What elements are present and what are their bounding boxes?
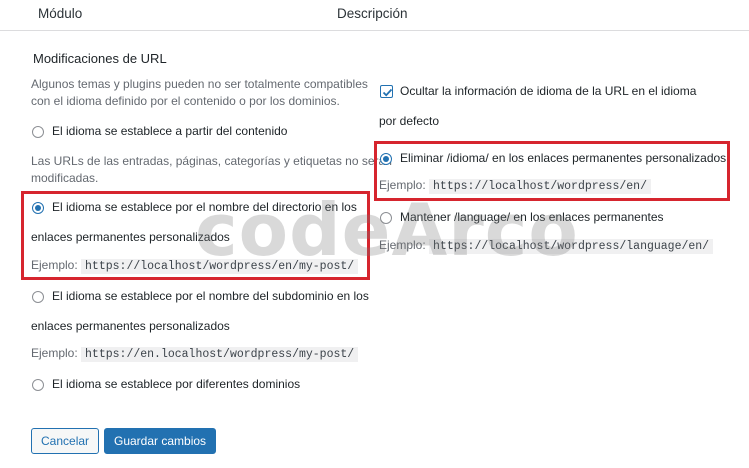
label-language-from-subdomain-line1[interactable]: El idioma se establece por el nombre del… (52, 289, 369, 303)
label-hide-default-language-line2[interactable]: por defecto (379, 114, 439, 128)
label-keep-language-slug[interactable]: Mantener /language/ en los enlaces perma… (400, 210, 664, 224)
table-header: Módulo Descripción (0, 0, 749, 31)
url-modifications-title: Modificaciones de URL (33, 51, 167, 66)
keep-example-label: Ejemplo: (379, 238, 426, 252)
keep-example: Ejemplo: https://localhost/wordpress/lan… (379, 238, 714, 254)
checkmark-icon (382, 88, 393, 97)
subdomain-example-label: Ejemplo: (31, 346, 78, 360)
highlight-box-remove-slug (374, 141, 730, 201)
subdomain-example-code: https://en.localhost/wordpress/my-post/ (81, 347, 359, 362)
label-language-from-subdomain-line2[interactable]: enlaces permanentes personalizados (31, 319, 230, 333)
content-note: Las URLs de las entradas, páginas, categ… (31, 153, 392, 187)
label-language-from-content[interactable]: El idioma se establece a partir del cont… (52, 124, 287, 138)
cancel-button[interactable]: Cancelar (31, 428, 100, 454)
compatibility-note-line1: Algunos temas y plugins pueden no ser to… (31, 77, 368, 91)
keep-example-code: https://localhost/wordpress/language/en/ (429, 239, 714, 254)
label-hide-default-language-line1[interactable]: Ocultar la información de idioma de la U… (400, 84, 696, 98)
radio-language-from-content[interactable] (32, 126, 44, 138)
save-changes-button[interactable]: Guardar cambios (104, 428, 217, 454)
compatibility-note-line2: con el idioma definido por el contenido … (31, 94, 340, 108)
subdomain-example: Ejemplo: https://en.localhost/wordpress/… (31, 346, 359, 362)
column-header-description: Descripción (337, 6, 408, 21)
compatibility-note: Algunos temas y plugins pueden no ser to… (31, 76, 368, 110)
highlight-box-directory (21, 191, 370, 280)
radio-language-from-domains[interactable] (32, 379, 44, 391)
content-note-line2: modificadas. (31, 171, 99, 185)
label-language-from-domains[interactable]: El idioma se establece por diferentes do… (52, 377, 300, 391)
column-header-module: Módulo (38, 6, 83, 21)
radio-keep-language-slug[interactable] (380, 212, 392, 224)
content-note-line1: Las URLs de las entradas, páginas, categ… (31, 154, 392, 168)
checkbox-hide-default-language[interactable] (380, 85, 393, 98)
radio-language-from-subdomain[interactable] (32, 291, 44, 303)
